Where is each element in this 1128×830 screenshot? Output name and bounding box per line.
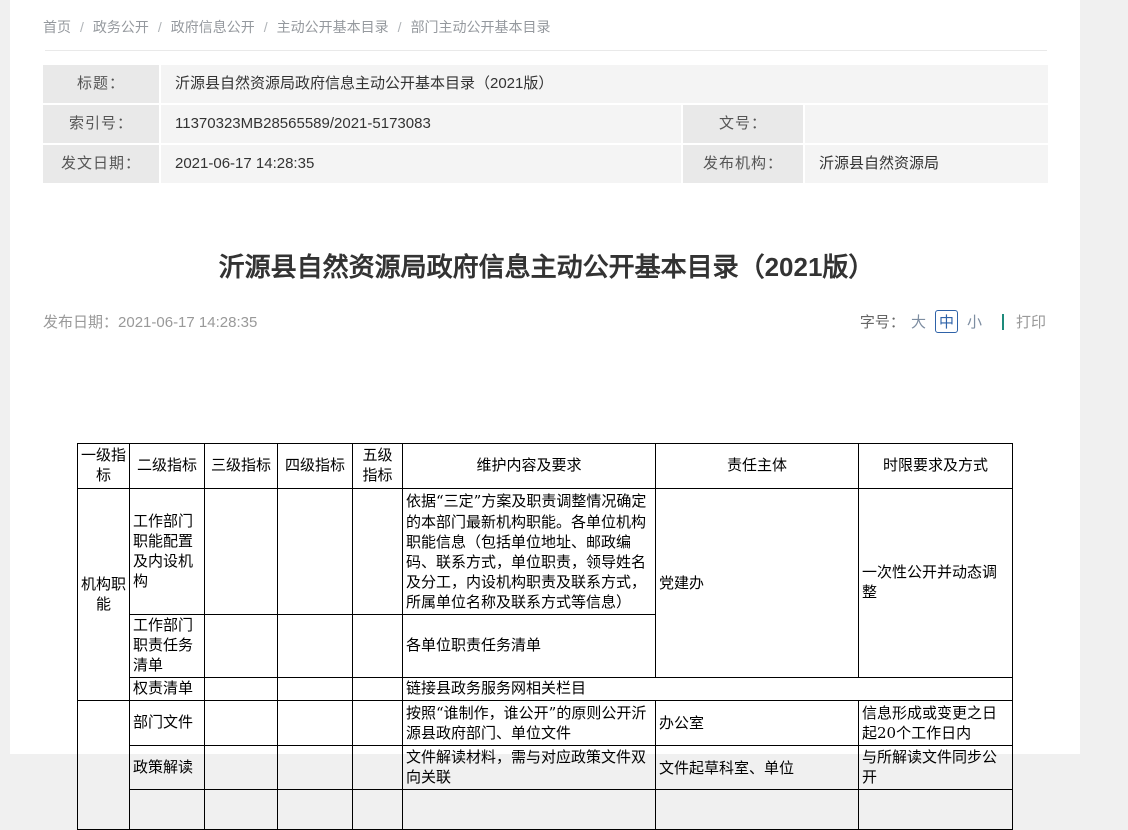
meta-index-value: 11370323MB28565589/2021-5173083 bbox=[161, 105, 681, 143]
table-row: 政策解读 文件解读材料，需与对应政策文件双向关联 文件起草科室、单位 与所解读文… bbox=[78, 746, 1013, 790]
empty-cell bbox=[205, 678, 278, 701]
cell-owner: 办公室 bbox=[656, 701, 859, 746]
header-deadline: 时限要求及方式 bbox=[859, 444, 1013, 489]
empty-cell bbox=[278, 746, 353, 790]
empty-cell bbox=[130, 790, 205, 830]
font-size-small-button[interactable]: 小 bbox=[964, 310, 985, 333]
empty-cell bbox=[278, 615, 353, 678]
empty-cell bbox=[859, 790, 1013, 830]
cell-content: 各单位职责任务清单 bbox=[403, 615, 656, 678]
cell-deadline: 与所解读文件同步公开 bbox=[859, 746, 1013, 790]
breadcrumb-link-zhengwu[interactable]: 政务公开 bbox=[93, 17, 149, 37]
empty-cell bbox=[205, 790, 278, 830]
cell-content: 依据“三定”方案及职责调整情况确定的本部门最新机构职能。各单位机构职能信息（包括… bbox=[403, 489, 656, 615]
cell-level1-next-section bbox=[78, 701, 130, 830]
font-size-large-button[interactable]: 大 bbox=[908, 310, 929, 333]
header-owner: 责任主体 bbox=[656, 444, 859, 489]
meta-org-label: 发布机构： bbox=[683, 145, 803, 183]
font-size-medium-button[interactable]: 中 bbox=[935, 310, 958, 333]
breadcrumb-separator: / bbox=[264, 19, 268, 35]
empty-cell bbox=[205, 615, 278, 678]
cell-level1-jigou: 机构职能 bbox=[78, 489, 130, 701]
breadcrumb-separator: / bbox=[158, 19, 162, 35]
header-level5: 五级指标 bbox=[353, 444, 403, 489]
empty-cell bbox=[353, 746, 403, 790]
header-level2: 二级指标 bbox=[130, 444, 205, 489]
cell-level2: 权责清单 bbox=[130, 678, 205, 701]
table-row: 权责清单 链接县政务服务网相关栏目 bbox=[78, 678, 1013, 701]
empty-cell bbox=[353, 701, 403, 746]
meta-date-label: 发文日期： bbox=[43, 145, 159, 183]
cell-level2: 工作部门职责任务清单 bbox=[130, 615, 205, 678]
empty-cell bbox=[353, 790, 403, 830]
breadcrumb-link-home[interactable]: 首页 bbox=[43, 17, 71, 37]
empty-cell bbox=[656, 790, 859, 830]
table-row: 部门文件 按照“谁制作，谁公开”的原则公开沂源县政府部门、单位文件 办公室 信息… bbox=[78, 701, 1013, 746]
table-row: 机构职能 工作部门职能配置及内设机构 依据“三定”方案及职责调整情况确定的本部门… bbox=[78, 489, 1013, 615]
meta-org-value: 沂源县自然资源局 bbox=[805, 145, 1048, 183]
empty-cell bbox=[353, 615, 403, 678]
page-title: 沂源县自然资源局政府信息主动公开基本目录（2021版） bbox=[43, 251, 1050, 283]
header-level1: 一级指标 bbox=[78, 444, 130, 489]
meta-docnum-label: 文号： bbox=[683, 105, 803, 143]
cell-deadline: 信息形成或变更之日起20个工作日内 bbox=[859, 701, 1013, 746]
cell-level2: 工作部门职能配置及内设机构 bbox=[130, 489, 205, 615]
catalog-table: 一级指标 二级指标 三级指标 四级指标 五级指标 维护内容及要求 责任主体 时限… bbox=[77, 443, 1013, 830]
breadcrumb-link-bumen[interactable]: 部门主动公开基本目录 bbox=[411, 17, 551, 37]
cell-deadline: 一次性公开并动态调整 bbox=[859, 489, 1013, 678]
cell-owner: 文件起草科室、单位 bbox=[656, 746, 859, 790]
breadcrumb-separator: / bbox=[80, 19, 84, 35]
meta-index-label: 索引号： bbox=[43, 105, 159, 143]
meta-date-value: 2021-06-17 14:28:35 bbox=[161, 145, 681, 183]
breadcrumb-separator: / bbox=[398, 19, 402, 35]
cell-content-merged: 链接县政务服务网相关栏目 bbox=[403, 678, 1013, 701]
font-size-label: 字号： bbox=[860, 311, 905, 332]
page-content: 首页 / 政务公开 / 政府信息公开 / 主动公开基本目录 / 部门主动公开基本… bbox=[10, 0, 1080, 754]
divider-bar bbox=[1002, 314, 1004, 330]
empty-cell bbox=[353, 678, 403, 701]
empty-cell bbox=[205, 746, 278, 790]
cell-level2: 政策解读 bbox=[130, 746, 205, 790]
font-size-tools: 字号： 大 中 小 打印 bbox=[860, 310, 1046, 333]
breadcrumb-link-xinxi[interactable]: 政府信息公开 bbox=[171, 17, 255, 37]
empty-cell bbox=[278, 790, 353, 830]
header-level3: 三级指标 bbox=[205, 444, 278, 489]
cell-content: 文件解读材料，需与对应政策文件双向关联 bbox=[403, 746, 656, 790]
meta-docnum-value bbox=[805, 105, 1048, 143]
cell-content: 按照“谁制作，谁公开”的原则公开沂源县政府部门、单位文件 bbox=[403, 701, 656, 746]
breadcrumb-link-mulu[interactable]: 主动公开基本目录 bbox=[277, 17, 389, 37]
empty-cell bbox=[278, 701, 353, 746]
print-button[interactable]: 打印 bbox=[1016, 311, 1046, 332]
empty-cell bbox=[205, 489, 278, 615]
cell-owner: 党建办 bbox=[656, 489, 859, 678]
meta-title-value: 沂源县自然资源局政府信息主动公开基本目录（2021版） bbox=[161, 65, 1048, 103]
empty-cell bbox=[278, 489, 353, 615]
breadcrumb: 首页 / 政务公开 / 政府信息公开 / 主动公开基本目录 / 部门主动公开基本… bbox=[43, 0, 1080, 37]
catalog-header-row: 一级指标 二级指标 三级指标 四级指标 五级指标 维护内容及要求 责任主体 时限… bbox=[78, 444, 1013, 489]
empty-cell bbox=[278, 678, 353, 701]
empty-cell bbox=[353, 489, 403, 615]
breadcrumb-divider bbox=[45, 50, 1047, 51]
empty-cell bbox=[205, 701, 278, 746]
cell-level2: 部门文件 bbox=[130, 701, 205, 746]
publish-date: 发布日期：2021-06-17 14:28:35 bbox=[43, 311, 257, 332]
table-row-clipped bbox=[78, 790, 1013, 830]
publish-date-label: 发布日期： bbox=[43, 314, 118, 331]
publish-date-value: 2021-06-17 14:28:35 bbox=[118, 314, 257, 331]
publish-info-row: 发布日期：2021-06-17 14:28:35 字号： 大 中 小 打印 bbox=[43, 310, 1046, 333]
document-meta-table: 标题： 沂源县自然资源局政府信息主动公开基本目录（2021版） 索引号： 113… bbox=[43, 65, 1046, 183]
header-level4: 四级指标 bbox=[278, 444, 353, 489]
header-content: 维护内容及要求 bbox=[403, 444, 656, 489]
meta-title-label: 标题： bbox=[43, 65, 159, 103]
empty-cell bbox=[403, 790, 656, 830]
